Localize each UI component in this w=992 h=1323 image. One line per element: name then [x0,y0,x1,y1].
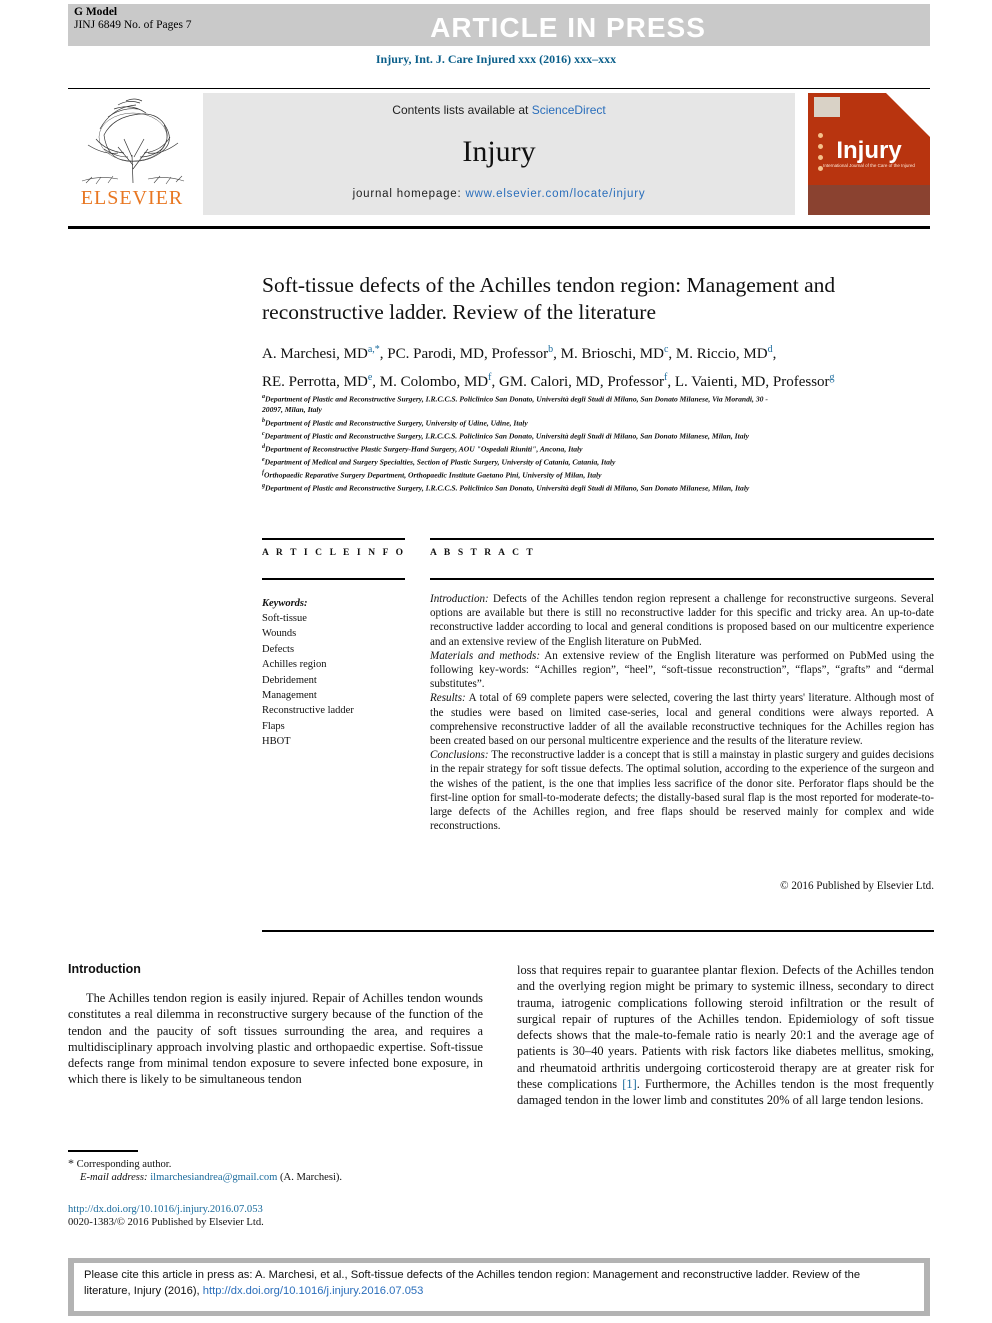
affiliation-line: aDepartment of Plastic and Reconstructiv… [262,394,768,404]
info-rule-bottom [262,578,405,580]
cover-masthead-block [814,97,840,117]
page-title: Soft-tissue defects of the Achilles tend… [262,273,836,324]
article-page: ARTICLE IN PRESS G Model JINJ 6849 No. o… [0,0,992,1323]
doi-link[interactable]: http://dx.doi.org/10.1016/j.injury.2016.… [68,1204,263,1215]
cover-journal-subtitle: International Journal of the Care of the… [823,163,915,168]
abstract-introduction-label: Introduction: [430,593,489,605]
info-rule-top [262,538,405,540]
abstract-introduction-text: Defects of the Achilles tendon region re… [430,593,934,648]
doi-block: http://dx.doi.org/10.1016/j.injury.2016.… [68,1203,488,1230]
email-note: E-mail address: ilmarchesiandrea@gmail.c… [68,1171,483,1184]
journal-name: Injury [462,135,536,168]
journal-homepage-link[interactable]: www.elsevier.com/locate/injury [465,188,645,200]
affiliation-list: aDepartment of Plastic and Reconstructiv… [262,392,934,494]
keyword-item: Management [262,690,317,702]
journal-citation-line: Injury, Int. J. Care Injured xxx (2016) … [375,52,617,66]
abstract-results-text: A total of 69 complete papers were selec… [430,692,934,748]
citation-footer-text: Please cite this article in press as: A.… [84,1267,904,1299]
email-link[interactable]: ilmarchesiandrea@gmail.com [150,1172,277,1183]
footnote-block: * Corresponding author. E-mail address: … [68,1156,483,1185]
journal-cover-thumbnail: Injury International Journal of the Care… [808,93,930,215]
contents-box: Contents lists available at ScienceDirec… [203,93,795,215]
author-line-1: A. Marchesi, MDa,*, PC. Parodi, MD, Prof… [262,344,777,362]
abstract-introduction: Introduction: Defects of the Achilles te… [430,592,934,649]
abstract-conclusions: Conclusions: The reconstructive ladder i… [430,748,934,833]
keyword-item: HBOT [262,736,291,748]
asterisk-icon: * [68,1156,74,1170]
abstract-rule-bottom [430,578,934,580]
contents-available-line: Contents lists available at ScienceDirec… [203,103,795,117]
affiliation-line: fOrthopaedic Reparative Surgery Departme… [262,470,602,480]
body-column-left: The Achilles tendon region is easily inj… [68,990,483,1088]
intro-paragraph-right: loss that requires repair to guarantee p… [517,962,934,1109]
affiliation-line: 20097, Milan, Italy [262,405,322,415]
reference-link-1[interactable]: [1] [622,1077,636,1091]
sciencedirect-link[interactable]: ScienceDirect [532,103,606,117]
abstract-conclusions-text: The reconstructive ladder is a concept t… [430,749,934,833]
homepage-prefix: journal homepage: [352,188,466,200]
abstract-heading: A B S T R A C T [430,548,536,558]
citation-text: Please cite this article in press as: A.… [84,1269,861,1297]
citation-doi-link[interactable]: http://dx.doi.org/10.1016/j.injury.2016.… [203,1285,424,1297]
article-in-press-banner: ARTICLE IN PRESS [68,4,930,46]
cover-corner-fold [886,93,930,137]
abstract-conclusions-label: Conclusions: [430,749,489,762]
keyword-item: Reconstructive ladder [262,705,354,717]
keywords-label: Keywords: [262,598,308,609]
affiliation-line: dDepartment of Reconstructive Plastic Su… [262,443,583,454]
body-column-right: loss that requires repair to guarantee p… [517,962,934,1109]
abstract-body: Introduction: Defects of the Achilles te… [430,592,934,833]
email-owner: (A. Marchesi). [280,1172,343,1184]
abstract-copyright: © 2016 Published by Elsevier Ltd. [780,880,934,892]
journal-homepage-line: journal homepage: www.elsevier.com/locat… [203,188,795,200]
abstract-methods: Materials and methods: An extensive revi… [430,649,934,692]
corresponding-author-label: Corresponding author. [76,1159,172,1170]
manuscript-number: JINJ 6849 No. of Pages 7 [74,19,192,31]
masthead-top-rule [68,88,930,89]
keyword-item: Debridement [262,674,317,686]
section-heading-introduction: Introduction [68,962,141,976]
journal-masthead: ELSEVIER Contents lists available at Sci… [68,93,930,218]
keyword-item: Soft-tissue [262,613,307,624]
intro-right-text-1: loss that requires repair to guarantee p… [517,963,934,1092]
contents-prefix: Contents lists available at [392,103,532,117]
email-address-label: E-mail address: [80,1172,148,1184]
citation-footer-box: Please cite this article in press as: A.… [68,1258,930,1316]
author-list: A. Marchesi, MDa,*, PC. Parodi, MD, Prof… [262,338,942,394]
article-in-press-label: ARTICLE IN PRESS [430,12,706,43]
keyword-item: Defects [262,643,295,655]
keyword-item: Achilles region [262,659,327,671]
elsevier-wordmark: ELSEVIER [80,187,184,209]
intro-paragraph-left: The Achilles tendon region is easily inj… [68,991,483,1087]
elsevier-tree-icon [74,95,192,187]
affiliation-line: gDepartment of Plastic and Reconstructiv… [262,483,750,493]
g-model-block: G Model JINJ 6849 No. of Pages 7 [74,6,192,32]
keyword-item: Wounds [262,628,297,640]
keyword-item: Flaps [262,720,285,732]
affiliation-line: eDepartment of Medical and Surgery Speci… [262,457,616,467]
abstract-section-end-rule [262,930,934,932]
article-info-heading: A R T I C L E I N F O [262,548,406,558]
abstract-results-label: Results: [430,692,466,705]
affiliation-line: cDepartment of Plastic and Reconstructiv… [262,430,749,441]
elsevier-logo: ELSEVIER [68,93,196,215]
abstract-results: Results: A total of 69 complete papers w… [430,691,934,748]
abstract-rule-top [430,538,934,540]
issn-copyright-line: 0020-1383/© 2016 Published by Elsevier L… [68,1217,264,1229]
cover-photo-strip [808,185,930,215]
corresponding-author-note: * Corresponding author. [68,1156,483,1171]
cover-journal-title: Injury [836,137,902,164]
affiliation-line: bDepartment of Plastic and Reconstructiv… [262,417,528,428]
abstract-methods-label: Materials and methods: [430,649,541,662]
footnote-rule [68,1150,138,1152]
author-line-2: RE. Perrotta, MDe, M. Colombo, MDf, GM. … [262,372,835,390]
masthead-bottom-rule [68,226,930,229]
g-model-label: G Model [74,6,118,18]
keywords-list: Soft-tissue Wounds Defects Achilles region D… [262,611,412,750]
